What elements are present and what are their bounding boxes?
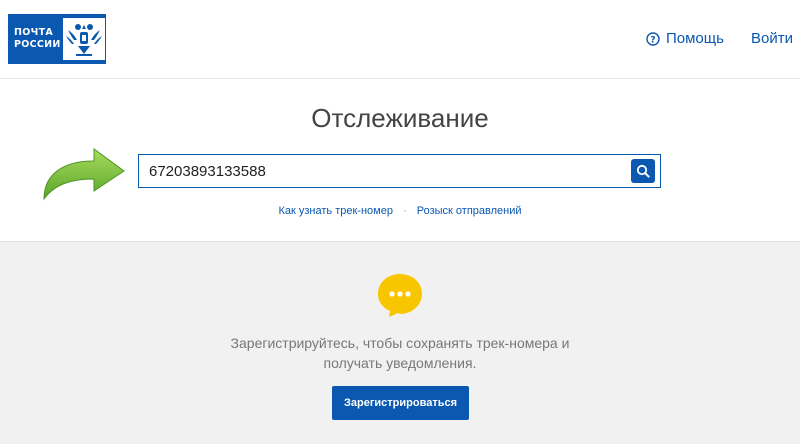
- promo-line-1: Зарегистрируйтесь, чтобы сохранять трек-…: [230, 335, 570, 351]
- logo-wordmark: ПОЧТА РОССИИ: [8, 14, 61, 64]
- page-title: Отслеживание: [311, 103, 489, 133]
- help-link[interactable]: ? Помощь: [646, 30, 724, 47]
- tracking-number-input[interactable]: [139, 156, 631, 186]
- link-separator: ·: [403, 205, 407, 217]
- green-curved-arrow-icon: [43, 148, 125, 201]
- question-circle-icon: ?: [646, 31, 660, 46]
- help-label: Помощь: [666, 30, 724, 47]
- how-to-find-track-link[interactable]: Как узнать трек-номер: [278, 205, 392, 217]
- logo-emblem: [61, 14, 106, 64]
- search-button[interactable]: [631, 159, 655, 183]
- logo-line-2: РОССИИ: [14, 39, 61, 50]
- tracking-help-links: Как узнать трек-номер · Розыск отправлен…: [0, 205, 800, 217]
- chat-dots-icon: [378, 274, 422, 317]
- magnifier-icon: [636, 164, 650, 178]
- logo-line-1: ПОЧТА: [14, 27, 54, 38]
- login-link[interactable]: Войти: [751, 30, 793, 47]
- site-header: ПОЧТА РОССИИ ? Помощь Войти: [0, 0, 800, 79]
- eagle-emblem-icon: [63, 18, 105, 60]
- tracking-panel: Отслеживание Как узнать трек-номер · Роз…: [0, 79, 800, 242]
- promo-line-2: получать уведомления.: [323, 355, 477, 371]
- pochta-logo[interactable]: ПОЧТА РОССИИ: [8, 14, 106, 64]
- register-promo-text: Зарегистрируйтесь, чтобы сохранять трек-…: [0, 333, 800, 373]
- svg-text:?: ?: [650, 35, 655, 45]
- search-shipments-link[interactable]: Розыск отправлений: [417, 205, 522, 217]
- register-button[interactable]: Зарегистрироваться: [332, 386, 469, 420]
- tracking-search-box: [138, 154, 661, 188]
